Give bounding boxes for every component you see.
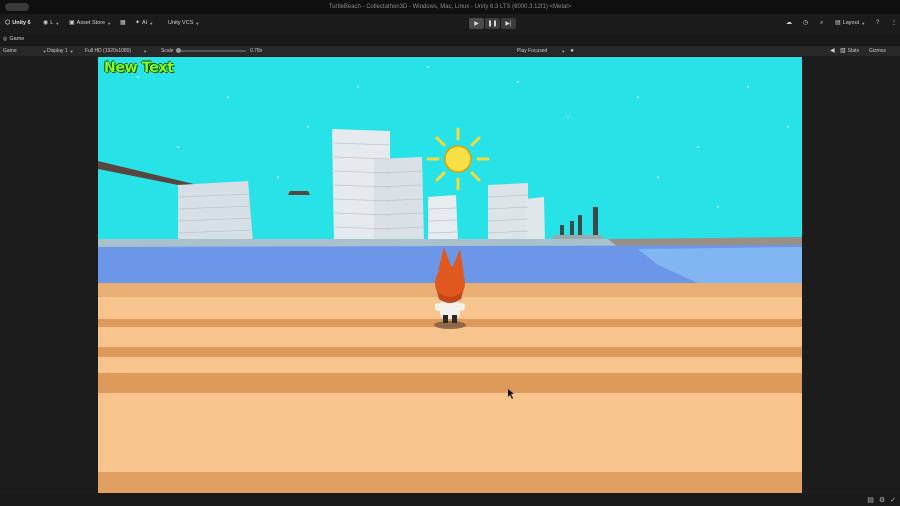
ai-button[interactable]: ✦ AI ▼	[135, 20, 153, 26]
ai-icon: ✦	[135, 20, 141, 26]
search-button[interactable]: ⌕	[820, 20, 823, 26]
store-icon: ▣	[69, 20, 75, 26]
status-cloud-icon[interactable]: ▤	[867, 496, 874, 504]
hud-new-text: New Text	[104, 60, 174, 76]
tab-game-label: Game	[9, 36, 25, 42]
game-view-toolbar: Game ▼ Display 1 ▼ Full HD (1920x1080) ▼…	[0, 45, 900, 56]
account-icon: ◉	[43, 20, 49, 26]
layout-icon: ▤	[835, 20, 841, 26]
play-controls: ▶ ❚❚ ▶|	[469, 18, 516, 29]
vcs-button[interactable]: Unity VCS ▼	[168, 20, 199, 26]
tab-bar: ◎ Game	[0, 34, 900, 45]
stats-icon: ▥	[840, 48, 846, 54]
unity-menu-button[interactable]: ⬡ Unity 6	[5, 20, 31, 26]
unity-label: Unity 6	[12, 20, 31, 26]
chevron-down-icon: ▼	[42, 48, 47, 54]
main-toolbar: ⬡ Unity 6 ◉ L ▼ ▣ Asset Store ▼ ▦ ✦ AI ▼…	[0, 14, 900, 34]
step-icon: ▶|	[505, 21, 512, 27]
cloud-icon: ☁	[786, 20, 792, 26]
play-focus-dropdown[interactable]: Play Focused ▼ ●	[517, 48, 574, 54]
display-dropdown[interactable]: Display 1 ▼	[47, 48, 74, 54]
account-button[interactable]: ◉ L ▼	[43, 20, 59, 26]
window-titlebar: TurtleBeach - Collectathon3D - Windows, …	[0, 0, 900, 14]
ai-label: AI	[142, 20, 148, 26]
chevron-down-icon: ▼	[55, 20, 60, 26]
mode-dropdown[interactable]: Game ▼	[3, 48, 47, 54]
chevron-down-icon: ▼	[195, 20, 200, 26]
vcs-label: Unity VCS	[168, 20, 194, 26]
search-icon: ⌕	[820, 20, 824, 26]
traffic-lights[interactable]	[5, 3, 29, 11]
scale-value: 0.78x	[250, 48, 263, 54]
stats-button[interactable]: ▥ Stats	[840, 48, 859, 54]
sun	[426, 127, 490, 191]
stats-label: Stats	[847, 48, 860, 54]
layout-dropdown[interactable]: ▤ Layout ▼	[835, 20, 865, 26]
help-icon: ?	[876, 20, 880, 26]
status-bar: ▤ ⚙ ✓	[0, 494, 900, 506]
game-render[interactable]	[98, 57, 802, 493]
bug-icon: ●	[570, 48, 574, 54]
window-title: TurtleBeach - Collectathon3D - Windows, …	[328, 4, 572, 10]
more-menu-button[interactable]: ⋮	[891, 20, 897, 26]
asset-store-label: Asset Store	[76, 20, 106, 26]
gizmos-button[interactable]: Gizmos	[869, 48, 886, 54]
layout-label: Layout	[842, 20, 860, 26]
history-button[interactable]: ◷	[803, 20, 808, 26]
resolution-dropdown[interactable]: Full HD (1920x1080) ▼	[85, 48, 147, 54]
play-focus-value: Play Focused	[517, 48, 548, 54]
resolution-value: Full HD (1920x1080)	[85, 48, 132, 54]
pause-icon: ❚❚	[487, 21, 498, 27]
pause-button[interactable]: ❚❚	[485, 18, 500, 29]
scale-slider[interactable]	[178, 50, 246, 52]
scale-label: Scale	[161, 48, 174, 54]
package-button[interactable]: ▦	[120, 20, 126, 26]
chevron-down-icon: ▼	[107, 20, 112, 26]
chevron-down-icon: ▼	[149, 20, 154, 26]
step-button[interactable]: ▶|	[501, 18, 516, 29]
chevron-down-icon: ▼	[69, 48, 74, 54]
tab-game[interactable]: ◎ Game	[3, 36, 24, 42]
mode-value: Game	[3, 48, 17, 54]
display-value: Display 1	[47, 48, 68, 54]
more-icon: ⋮	[891, 20, 897, 26]
gizmos-label: Gizmos	[869, 48, 886, 54]
cloud-button[interactable]: ☁	[786, 20, 792, 26]
floating-plank	[288, 191, 310, 195]
asset-store-button[interactable]: ▣ Asset Store ▼	[69, 20, 111, 26]
package-icon: ▦	[120, 20, 126, 26]
chevron-down-icon: ▼	[143, 48, 148, 54]
chevron-down-icon: ▼	[861, 20, 866, 26]
account-label: L	[50, 20, 54, 26]
status-check-icon[interactable]: ✓	[890, 496, 896, 504]
play-icon: ▶	[474, 21, 479, 27]
help-button[interactable]: ?	[876, 20, 879, 26]
history-icon: ◷	[803, 20, 809, 26]
mute-audio-button[interactable]: ◀	[830, 48, 835, 54]
status-gear-icon[interactable]: ⚙	[879, 496, 885, 504]
mute-icon: ◀	[830, 48, 835, 54]
play-button[interactable]: ▶	[469, 18, 484, 29]
scale-slider-handle[interactable]	[176, 48, 181, 53]
game-scene	[98, 57, 802, 493]
unity-logo-icon: ⬡	[5, 20, 11, 26]
game-icon: ◎	[3, 35, 8, 42]
chevron-down-icon: ▼	[561, 48, 566, 54]
